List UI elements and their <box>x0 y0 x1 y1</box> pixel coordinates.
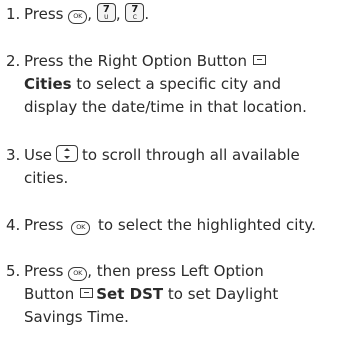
step-number: 5. <box>6 262 21 280</box>
step-text: Use <box>24 146 53 164</box>
number-key-icon: 7U <box>96 3 116 22</box>
step-text: cities. <box>24 169 69 187</box>
step-text: Press <box>24 262 64 280</box>
step-number: 3. <box>6 146 21 164</box>
step-text: Button <box>24 285 75 303</box>
step-text: display the date/time in that location. <box>24 98 307 116</box>
cities-label: Cities <box>24 75 72 93</box>
step-text: Press <box>24 216 64 234</box>
step-2: 2. Press the Right Option Button Cities t… <box>6 50 356 119</box>
separator: , <box>115 5 121 23</box>
number-key-icon: 7C <box>125 3 145 22</box>
step-3: 3. Use to scroll through all available cit… <box>6 144 356 190</box>
ok-key-icon: OK <box>68 10 88 24</box>
step-number: 2. <box>6 52 21 70</box>
right-option-button-icon <box>252 55 266 65</box>
step-4: 4. Press OK to select the highlighted cit… <box>6 214 356 237</box>
left-option-button-icon <box>80 288 94 298</box>
step-number: 1. <box>6 5 21 23</box>
ok-key-icon: OK <box>71 221 91 235</box>
step-text: Press the Right Option Button <box>24 52 247 70</box>
key-bottom-glyph: C <box>132 14 137 21</box>
key-bottom-glyph: U <box>104 14 109 21</box>
step-text: Savings Time. <box>24 308 129 326</box>
step-text: to select a specific city and <box>71 75 282 93</box>
separator: , <box>87 5 93 23</box>
step-text: Press <box>24 5 64 23</box>
step-text: , then press Left Option <box>87 262 264 280</box>
period: . <box>144 5 150 23</box>
step-number: 4. <box>6 216 21 234</box>
step-text: to set Daylight <box>163 285 279 303</box>
step-text: to select the highlighted city. <box>98 216 316 234</box>
navigation-key-icon <box>56 145 79 162</box>
step-1: 1. Press OK, 7U, 7C. <box>6 3 356 26</box>
ok-key-icon: OK <box>68 267 88 281</box>
step-5: 5. Press OK, then press Left Option Butto… <box>6 260 356 329</box>
set-dst-label: Set DST <box>96 285 164 303</box>
step-text: to scroll through all available <box>82 146 300 164</box>
